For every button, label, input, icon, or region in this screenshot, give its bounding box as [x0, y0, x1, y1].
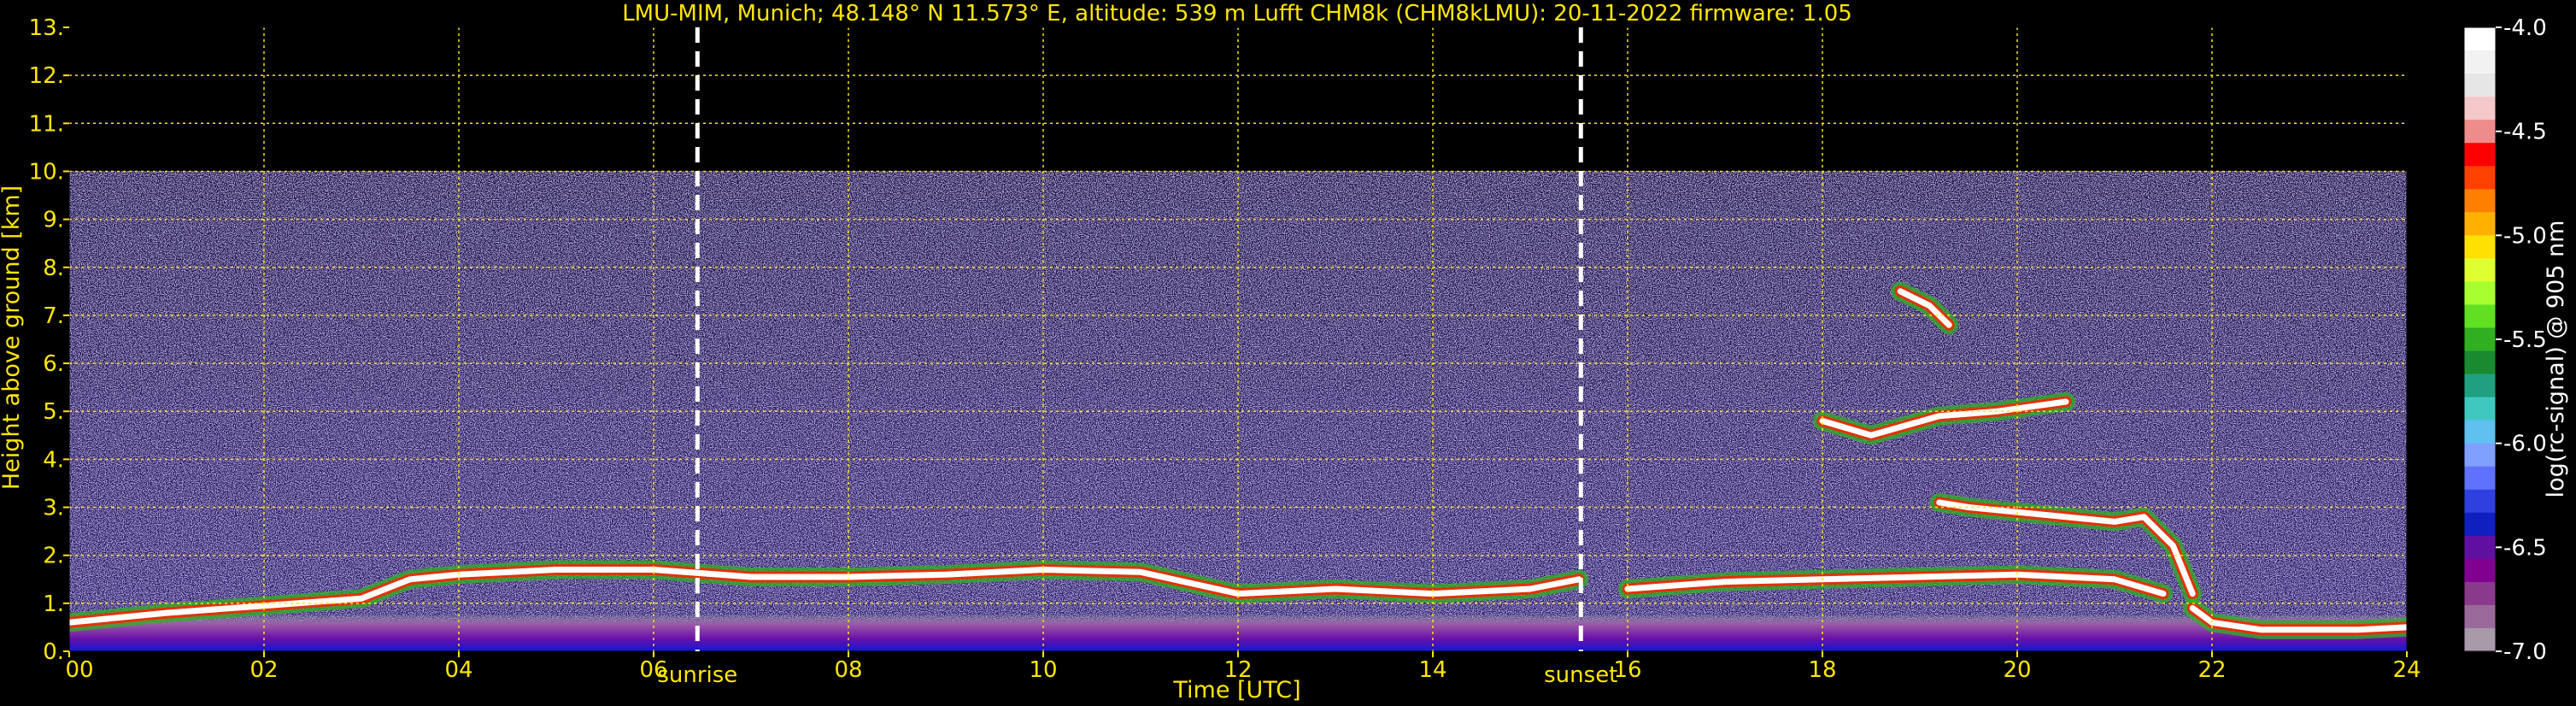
colorbar-swatch — [2464, 74, 2496, 97]
colorbar-swatch — [2464, 50, 2496, 74]
colorbar-swatch — [2464, 166, 2496, 190]
colorbar-title: log(rc-signal) @ 905 nm — [2543, 221, 2569, 498]
colorbar-swatch — [2464, 120, 2496, 144]
colorbar-swatch — [2464, 512, 2496, 537]
colorbar-swatch — [2464, 350, 2496, 375]
colorbar-tick-label: -4.5 — [2503, 120, 2547, 145]
colorbar-swatch — [2464, 327, 2496, 352]
colorbar-tick-label: -6.0 — [2503, 432, 2547, 457]
x-tick-label: 22 — [2198, 657, 2226, 683]
x-tick-label: 14 — [1418, 657, 1446, 683]
chart-title: LMU-MIM, Munich; 48.148° N 11.573° E, al… — [622, 1, 1852, 26]
y-tick-label: 0. — [43, 639, 64, 665]
colorbar-swatch — [2464, 558, 2496, 583]
colorbar-swatch — [2464, 420, 2496, 444]
colorbar-swatch — [2464, 281, 2496, 306]
x-tick-label: 04 — [444, 657, 472, 683]
y-tick-label: 2. — [43, 544, 64, 569]
x-tick-label: 02 — [249, 657, 278, 683]
y-tick-label: 10. — [29, 159, 64, 185]
y-tick-label: 7. — [43, 303, 64, 329]
colorbar-swatch — [2464, 235, 2496, 259]
y-tick-label: 8. — [43, 256, 64, 281]
colorbar-swatch — [2464, 97, 2496, 121]
colorbar: -4.0 -4.5 -5.0 -5.5 -6.0 -6.5 -7.0 — [2463, 15, 2547, 665]
colorbar-swatch — [2464, 604, 2496, 629]
x-tick-label: 16 — [1613, 657, 1641, 683]
x-tick-label: 00 — [65, 657, 93, 683]
y-tick-label: 11. — [29, 111, 64, 137]
colorbar-swatch — [2464, 466, 2496, 491]
y-axis-ticks: 0. 1. 2. 3. 4. 5. 6. 7. 8. 9. 10. 11. 12. 13. — [29, 15, 69, 665]
y-tick-label: 9. — [43, 208, 64, 233]
event-label-sunrise: sunrise — [657, 662, 737, 688]
colorbar-swatch — [2464, 27, 2496, 51]
x-tick-label: 18 — [1808, 657, 1836, 683]
colorbar-swatch — [2464, 143, 2496, 167]
colorbar-swatch — [2464, 397, 2496, 421]
y-axis-title: Height above ground [km] — [0, 185, 25, 490]
x-tick-label: 20 — [2003, 657, 2031, 683]
y-tick-label: 6. — [43, 351, 64, 377]
y-tick-label: 5. — [43, 399, 64, 425]
colorbar-swatch — [2464, 212, 2496, 236]
x-tick-label: 08 — [834, 657, 862, 683]
event-label-sunset: sunset — [1544, 662, 1617, 688]
y-tick-label: 1. — [43, 591, 64, 617]
colorbar-swatch — [2464, 627, 2496, 652]
colorbar-tick-label: -7.0 — [2503, 639, 2547, 665]
colorbar-tick-label: -4.0 — [2503, 15, 2547, 41]
colorbar-swatch — [2464, 489, 2496, 514]
colorbar-tick-label: -5.5 — [2503, 327, 2547, 353]
x-axis-title: Time [UTC] — [1172, 677, 1300, 703]
x-tick-label: 06 — [639, 657, 667, 683]
colorbar-swatch — [2464, 258, 2496, 283]
y-tick-label: 12. — [29, 63, 64, 89]
colorbar-swatch — [2464, 374, 2496, 398]
colorbar-swatch — [2464, 304, 2496, 329]
x-tick-label: 10 — [1029, 657, 1057, 683]
y-tick-label: 13. — [29, 15, 64, 41]
colorbar-tick-label: -6.5 — [2503, 535, 2547, 561]
y-tick-label: 3. — [43, 496, 64, 521]
colorbar-swatch — [2464, 443, 2496, 468]
x-tick-label: 24 — [2392, 657, 2421, 683]
colorbar-swatch — [2464, 535, 2496, 560]
ceilometer-chart: LMU-MIM, Munich; 48.148° N 11.573° E, al… — [0, 1, 2569, 703]
y-tick-label: 4. — [43, 447, 64, 473]
colorbar-tick-label: -5.0 — [2503, 223, 2547, 249]
colorbar-swatch — [2464, 581, 2496, 606]
colorbar-swatch — [2464, 189, 2496, 213]
